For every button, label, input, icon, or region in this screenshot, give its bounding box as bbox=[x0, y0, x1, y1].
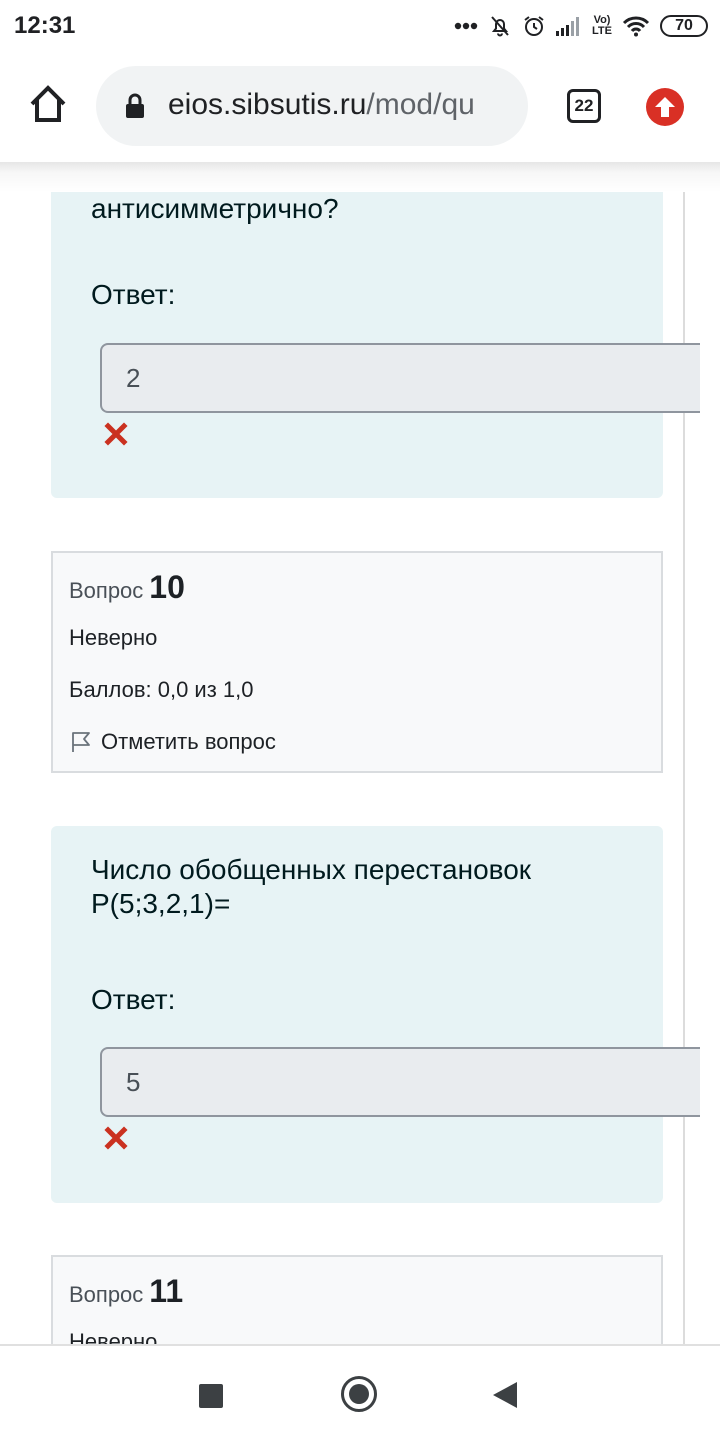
wrong-cross-icon bbox=[104, 1126, 128, 1150]
flag-question-link[interactable]: Отметить вопрос bbox=[69, 729, 276, 755]
system-nav-bar bbox=[0, 1344, 720, 1440]
status-bar: 12:31 Vo) LTE 70 bbox=[0, 0, 720, 52]
question-formulation: Число обобщенных перестановок P(5;3,2,1)… bbox=[51, 826, 700, 1203]
url-text: eios.sibsutis.ru/mod/qu bbox=[168, 88, 475, 122]
question-grade: Баллов: 0,0 из 1,0 bbox=[69, 677, 254, 702]
browser-toolbar: eios.sibsutis.ru/mod/qu 22 bbox=[0, 52, 720, 162]
question-info: Вопрос 11 Неверно bbox=[51, 1255, 663, 1344]
recent-apps-icon[interactable] bbox=[199, 1384, 223, 1408]
flag-icon bbox=[72, 732, 90, 752]
bell-muted-icon bbox=[491, 16, 509, 37]
tab-switcher-button[interactable]: 22 bbox=[567, 89, 601, 123]
wifi-icon bbox=[622, 16, 650, 37]
question-number-value: 11 bbox=[149, 1273, 184, 1309]
question-state: Неверно bbox=[69, 1329, 158, 1344]
question-label: Вопрос bbox=[69, 1282, 144, 1307]
question-info: Вопрос 10 Неверно Баллов: 0,0 из 1,0 Отме… bbox=[51, 551, 663, 773]
alarm-icon bbox=[524, 16, 544, 36]
question-text: Число обобщенных перестановок P(5;3,2,1)… bbox=[91, 854, 532, 919]
battery-indicator: 70 bbox=[660, 15, 708, 37]
url-domain: eios.sibsutis.ru bbox=[168, 88, 367, 121]
volte-indicator: Vo) LTE bbox=[592, 15, 612, 37]
status-time: 12:31 bbox=[14, 12, 76, 39]
url-path: /mod/qu bbox=[366, 88, 475, 121]
status-icons: Vo) LTE 70 bbox=[454, 10, 708, 42]
question-number: Вопрос 10 bbox=[69, 569, 185, 606]
quiz-review-page[interactable]: антисимметрично? Ответ: 2 Вопрос 10 Невер… bbox=[0, 192, 720, 1344]
flag-question-label: Отметить вопрос bbox=[101, 729, 276, 754]
question-state: Неверно bbox=[69, 625, 158, 650]
lock-icon bbox=[126, 93, 144, 118]
home-icon[interactable] bbox=[26, 82, 70, 126]
answer-input[interactable]: 2 bbox=[100, 343, 700, 413]
question-number: Вопрос 11 bbox=[69, 1273, 183, 1310]
question-text: антисимметрично? bbox=[91, 193, 339, 224]
back-triangle-icon[interactable] bbox=[493, 1382, 517, 1408]
volte-bottom-label: LTE bbox=[592, 25, 612, 37]
answer-label: Ответ: bbox=[91, 279, 176, 310]
home-circle-icon[interactable] bbox=[341, 1376, 377, 1412]
arrow-up-icon bbox=[655, 97, 675, 117]
answer-input[interactable]: 5 bbox=[100, 1047, 700, 1117]
address-bar[interactable]: eios.sibsutis.ru/mod/qu bbox=[96, 66, 528, 146]
question-label: Вопрос bbox=[69, 578, 144, 603]
more-notifications-icon bbox=[454, 22, 478, 30]
signal-icon bbox=[556, 17, 580, 36]
toolbar-shadow bbox=[0, 162, 720, 192]
answer-label: Ответ: bbox=[91, 984, 176, 1015]
update-button[interactable] bbox=[646, 88, 684, 126]
question-formulation: антисимметрично? Ответ: 2 bbox=[51, 192, 700, 498]
question-number-value: 10 bbox=[149, 569, 185, 605]
wrong-cross-icon bbox=[104, 422, 128, 446]
